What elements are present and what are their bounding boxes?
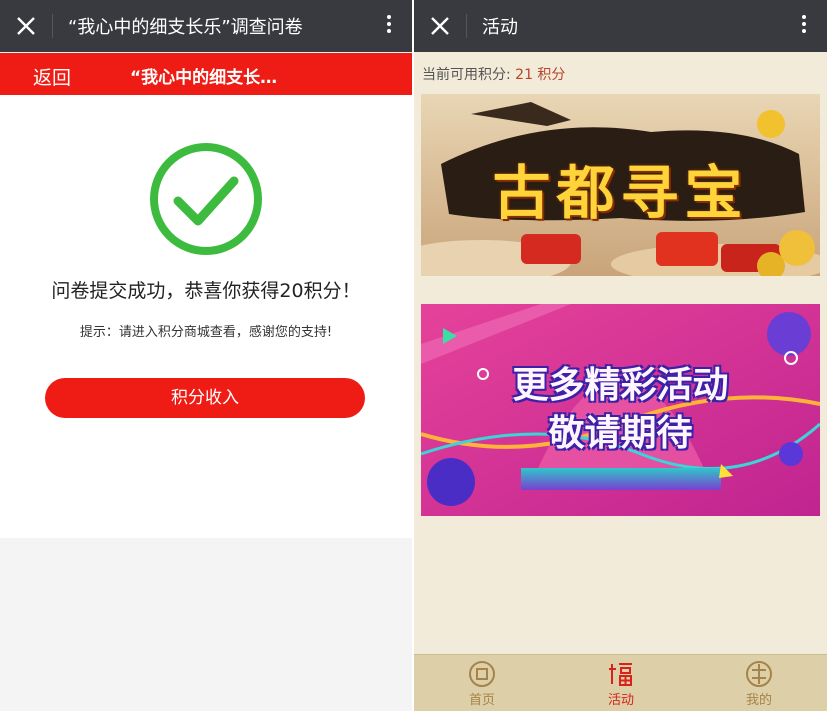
more-activities-line2: 敬请期待: [548, 413, 693, 454]
points-value: 21 积分: [515, 67, 566, 83]
fu-character-icon: [609, 663, 632, 686]
titlebar-divider: [466, 14, 467, 38]
page-title: “我心中的细支长乐”调查问卷: [68, 17, 303, 38]
tab-home[interactable]: 首页: [437, 658, 527, 708]
tab-activity[interactable]: 活动: [576, 658, 666, 708]
treasure-hunt-title: 古都寻宝: [492, 159, 749, 227]
bottom-tab-bar: 首页 活动 我的: [414, 654, 827, 711]
check-circle-icon: [150, 143, 262, 255]
survey-screen: “我心中的细支长乐”调查问卷 返回 “我心中的细支长… 问卷提交成功，恭喜你获得…: [0, 0, 412, 711]
home-coin-icon: [469, 661, 495, 687]
page-title: 活动: [482, 17, 518, 38]
activity-screen: 活动 当前可用积分: 21 积分 古都寻宝 更多精彩活动 敬请期待 首页 活动 …: [414, 0, 827, 711]
titlebar-divider: [52, 14, 53, 38]
back-button[interactable]: 返回: [33, 63, 71, 90]
tab-mine[interactable]: 我的: [714, 658, 804, 708]
survey-nav-bar: 返回 “我心中的细支长…: [0, 53, 412, 95]
more-menu-icon[interactable]: [799, 12, 809, 40]
wechat-titlebar: 活动: [414, 0, 827, 52]
survey-title: “我心中的细支长…: [130, 68, 278, 88]
tab-home-label: 首页: [468, 693, 495, 708]
more-activities-banner[interactable]: 更多精彩活动 敬请期待: [421, 304, 820, 516]
wechat-titlebar: “我心中的细支长乐”调查问卷: [0, 0, 412, 52]
tab-activity-label: 活动: [607, 693, 634, 708]
close-icon[interactable]: [426, 12, 454, 40]
tab-mine-label: 我的: [745, 693, 772, 708]
treasure-hunt-banner[interactable]: 古都寻宝: [421, 94, 820, 276]
more-activities-line1: 更多精彩活动: [512, 365, 729, 406]
profile-seal-icon: [746, 661, 772, 687]
more-menu-icon[interactable]: [384, 12, 394, 40]
points-income-button[interactable]: 积分收入: [45, 378, 365, 418]
available-points: 当前可用积分: 21 积分: [422, 64, 565, 84]
tip-message: 提示：请进入积分商城查看，感谢您的支持!: [79, 325, 333, 340]
points-label: 当前可用积分:: [422, 67, 511, 83]
success-message: 问卷提交成功，恭喜你获得20积分！: [51, 280, 361, 302]
success-panel: 问卷提交成功，恭喜你获得20积分！ 提示：请进入积分商城查看，感谢您的支持! 积…: [0, 95, 412, 538]
close-icon[interactable]: [12, 12, 40, 40]
